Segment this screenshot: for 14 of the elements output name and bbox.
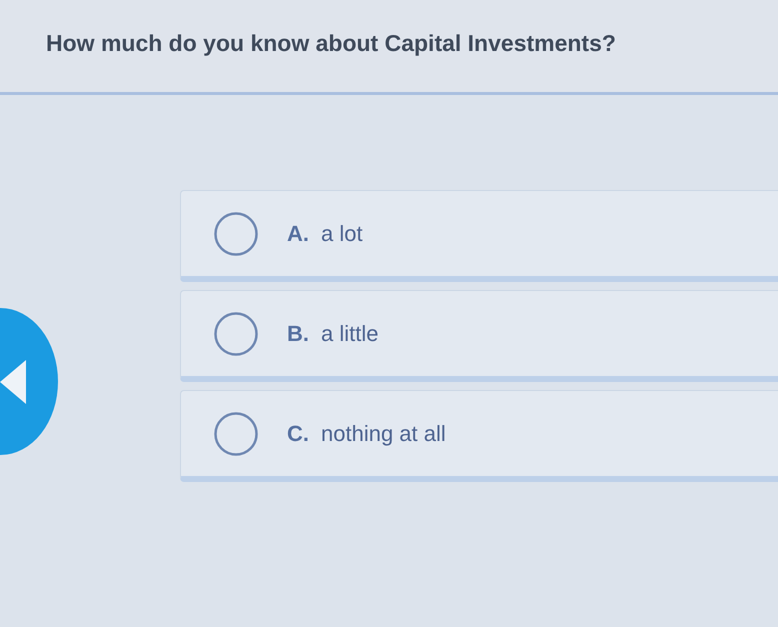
radio-icon[interactable] bbox=[214, 312, 258, 356]
option-letter: A. bbox=[287, 220, 309, 248]
option-text: nothing at all bbox=[321, 420, 446, 448]
answer-option[interactable]: A. a lot bbox=[180, 190, 778, 282]
option-text: a little bbox=[321, 320, 378, 348]
answer-option[interactable]: B. a little bbox=[180, 290, 778, 382]
option-text: a lot bbox=[321, 220, 363, 248]
option-letter: B. bbox=[287, 320, 309, 348]
radio-icon[interactable] bbox=[214, 412, 258, 456]
radio-icon[interactable] bbox=[214, 212, 258, 256]
question-text: How much do you know about Capital Investments? bbox=[46, 29, 616, 58]
left-triangle-icon bbox=[0, 360, 26, 404]
option-letter: C. bbox=[287, 420, 309, 448]
answer-option[interactable]: C. nothing at all bbox=[180, 390, 778, 482]
